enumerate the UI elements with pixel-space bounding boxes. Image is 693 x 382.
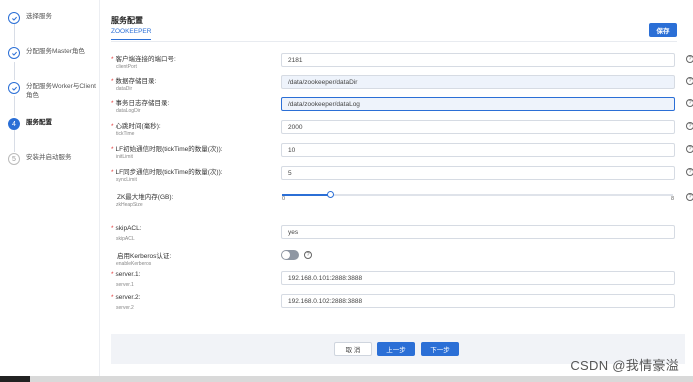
data-log-dir-input[interactable]: /data/zookeeper/dataLog	[281, 97, 675, 111]
slider-max-label: 8	[671, 196, 675, 202]
field-label-text: skipACL:	[115, 225, 142, 232]
step-number: 4	[8, 118, 20, 130]
field-key: initLimit	[116, 154, 133, 160]
toggle-knob	[282, 251, 290, 259]
tick-time-input[interactable]: 2000	[281, 120, 675, 134]
step-label: 分配服务Worker与Client角色	[26, 83, 96, 99]
scrollbar-thumb[interactable]	[0, 376, 30, 382]
data-dir-input[interactable]: /data/zookeeper/dataDir	[281, 75, 675, 89]
step-connector	[14, 24, 15, 46]
field-label-text: 心跳时间(毫秒):	[115, 123, 161, 130]
step-connector	[14, 130, 15, 152]
field-label-text: 启用Kerberos认证:	[117, 253, 172, 260]
field-label: * LF初始通信时限(tickTime的数量(次)):	[111, 143, 223, 153]
watermark: CSDN @我情豪溢	[570, 358, 679, 373]
field-key: syncLimit	[116, 177, 137, 183]
required-mark: *	[111, 169, 114, 176]
field-key: server.1	[116, 282, 134, 288]
kerberos-toggle[interactable]	[281, 250, 299, 260]
field-label: * 客户端连接的端口号:	[111, 53, 176, 63]
field-label-text: server.2:	[115, 294, 141, 301]
page-title: 服务配置	[111, 16, 143, 25]
field-label: * 数据存储目录:	[111, 75, 156, 85]
field-key: enableKerberos	[116, 261, 152, 267]
required-mark: *	[111, 56, 114, 63]
step-select-service[interactable]: 选择服务	[8, 12, 98, 24]
question-circle-icon[interactable]: ?	[686, 122, 693, 130]
question-circle-icon[interactable]: ?	[686, 193, 693, 201]
config-panel: 服务配置 ZOOKEEPER 保存 * 客户端连接的端口号: clientPort…	[101, 0, 693, 376]
slider-handle[interactable]	[327, 191, 335, 198]
check-circle-icon	[8, 82, 20, 94]
field-label: * server.1:	[111, 271, 140, 278]
heap-size-slider[interactable]	[282, 191, 673, 198]
cancel-button[interactable]: 取 消	[334, 342, 372, 356]
init-limit-input[interactable]: 10	[281, 143, 675, 157]
tabs-divider	[111, 41, 677, 42]
field-label-text: ZK最大堆内存(GB):	[117, 194, 174, 201]
sync-limit-input[interactable]: 5	[281, 166, 675, 180]
required-mark: *	[111, 100, 114, 107]
question-circle-icon[interactable]: ?	[686, 99, 693, 107]
step-connector	[14, 62, 15, 80]
required-mark: *	[111, 225, 114, 232]
field-key: dataDir	[116, 86, 133, 92]
field-key: dataLogDir	[116, 108, 141, 114]
field-key: server.2	[116, 305, 134, 311]
check-circle-icon	[8, 47, 20, 59]
step-assign-master[interactable]: 分配服务Master角色	[8, 47, 98, 59]
required-mark: *	[111, 294, 114, 301]
question-circle-icon[interactable]: ?	[686, 55, 693, 63]
field-key: skipACL	[116, 236, 135, 242]
question-circle-icon[interactable]: ?	[304, 251, 312, 259]
field-label: * LF同步通信时限(tickTime的数量(次)):	[111, 166, 223, 176]
question-circle-icon[interactable]: ?	[686, 145, 693, 153]
slider-min-label: 0	[282, 196, 286, 202]
horizontal-scrollbar[interactable]	[0, 376, 693, 382]
step-label: 安装并启动服务	[26, 154, 72, 161]
field-label: * 事务日志存储目录:	[111, 97, 169, 107]
field-label-text: LF初始通信时限(tickTime的数量(次)):	[115, 146, 223, 153]
skip-acl-input[interactable]: yes	[281, 225, 675, 239]
server-1-input[interactable]: 192.168.0.101:2888:3888	[281, 271, 675, 285]
field-label: * skipACL:	[111, 225, 142, 232]
step-label: 选择服务	[26, 13, 52, 20]
slider-fill	[282, 194, 331, 196]
field-key: zkHeapSize	[116, 202, 143, 208]
field-label: * 心跳时间(毫秒):	[111, 120, 161, 130]
next-step-button[interactable]: 下一步	[421, 342, 459, 356]
step-install-start[interactable]: 5 安装并启动服务	[8, 153, 98, 165]
field-label-text: 数据存储目录:	[115, 78, 157, 85]
field-label-text: LF同步通信时限(tickTime的数量(次)):	[115, 169, 223, 176]
question-circle-icon[interactable]: ?	[686, 168, 693, 176]
required-mark: *	[111, 271, 114, 278]
field-label-text: 事务日志存储目录:	[115, 100, 170, 107]
step-assign-worker-client[interactable]: 分配服务Worker与Client角色	[8, 82, 98, 100]
field-label-text: 客户端连接的端口号:	[115, 56, 176, 63]
step-label: 分配服务Master角色	[26, 48, 85, 55]
client-port-input[interactable]: 2181	[281, 53, 675, 67]
field-key: clientPort	[116, 64, 137, 70]
steps-sidebar: 选择服务 分配服务Master角色 分配服务Worker与Client角色 4 …	[0, 0, 100, 376]
step-service-config[interactable]: 4 服务配置	[8, 118, 98, 130]
question-circle-icon[interactable]: ?	[686, 77, 693, 85]
required-mark: *	[111, 78, 114, 85]
required-mark: *	[111, 146, 114, 153]
required-mark: *	[111, 123, 114, 130]
step-label: 服务配置	[26, 119, 52, 126]
check-circle-icon	[8, 12, 20, 24]
step-number: 5	[8, 153, 20, 165]
save-button[interactable]: 保存	[649, 23, 677, 37]
server-2-input[interactable]: 192.168.0.102:2888:3888	[281, 294, 675, 308]
field-label-text: server.1:	[115, 271, 141, 278]
tab-zookeeper[interactable]: ZOOKEEPER	[111, 28, 152, 40]
previous-step-button[interactable]: 上一步	[377, 342, 415, 356]
field-key: tickTime	[116, 131, 135, 137]
field-label: * server.2:	[111, 294, 140, 301]
